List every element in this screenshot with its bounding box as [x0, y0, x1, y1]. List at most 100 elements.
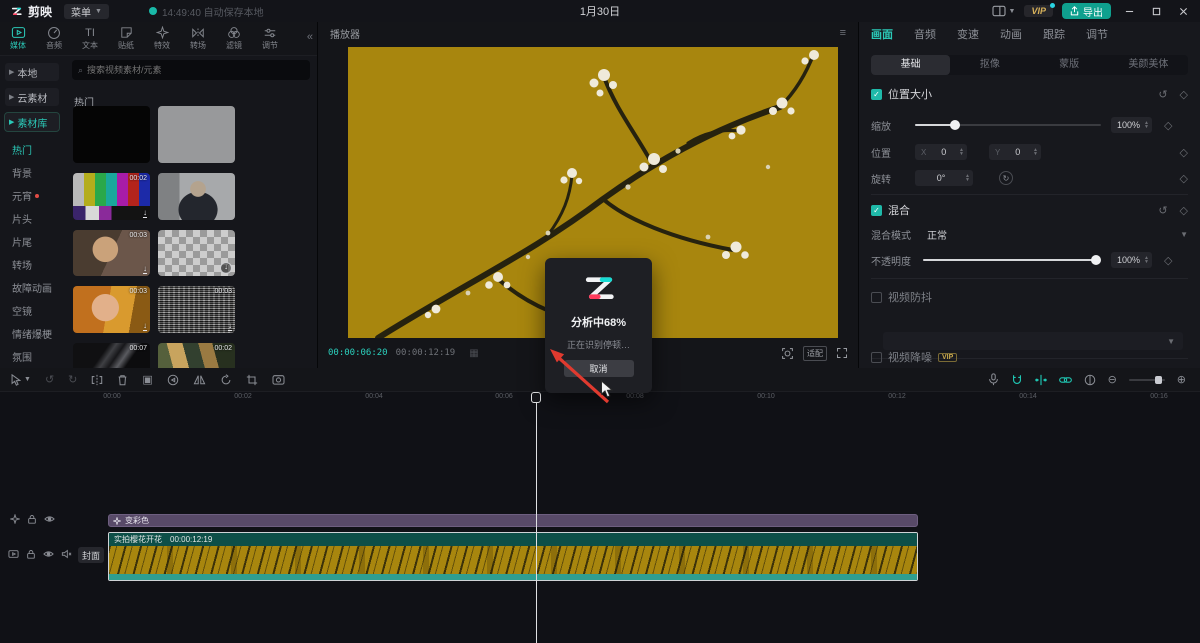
auto-snap-icon[interactable] [1035, 374, 1047, 386]
preview-axis-icon[interactable] [1084, 374, 1096, 386]
media-thumbnail-transparent[interactable]: ↓ [158, 230, 235, 276]
position-x-field[interactable]: X 0 ▲▼ [915, 144, 967, 160]
focus-preview-icon[interactable] [781, 347, 794, 360]
close-button[interactable] [1174, 2, 1192, 20]
blend-mode-row[interactable]: 混合模式 正常 ▼ [871, 225, 1188, 243]
media-thumbnail-laughing-man[interactable]: 00:03 ↓ [73, 230, 150, 276]
download-icon[interactable]: ↓ [220, 262, 232, 274]
opacity-value[interactable]: 100% ▲▼ [1111, 252, 1152, 268]
reset-icon[interactable]: ↺ [1158, 204, 1167, 217]
opacity-slider[interactable] [923, 259, 1101, 261]
lock-icon[interactable] [27, 514, 37, 524]
media-thumbnail-woman[interactable]: 00:03 ↓ [73, 286, 150, 333]
reverse-icon[interactable] [167, 374, 179, 386]
stepper-icon[interactable]: ▲▼ [1033, 148, 1038, 156]
undo-icon[interactable]: ↺ [45, 373, 54, 386]
rotate-90-button[interactable]: ↻ [999, 171, 1013, 185]
sidebar-category-outro[interactable]: 片尾 [0, 230, 64, 253]
minimize-button[interactable] [1120, 2, 1138, 20]
subtab-mask[interactable]: 蒙版 [1030, 55, 1109, 75]
cover-button[interactable]: 封面 [78, 547, 104, 563]
media-thumbnail-vintage[interactable]: 00:02 [158, 343, 235, 368]
sidebar-category-transition[interactable]: 转场 [0, 253, 64, 276]
download-icon[interactable]: ↓ [143, 209, 147, 218]
menu-button[interactable]: 菜单 ▼ [64, 4, 109, 19]
toolbar-item-effects[interactable]: 特效 [144, 26, 180, 51]
stepper-icon[interactable]: ▲▼ [1144, 121, 1149, 129]
position-size-checkbox[interactable]: ✓ [871, 89, 882, 100]
sidebar-category-intro[interactable]: 片头 [0, 207, 64, 230]
tab-speed[interactable]: 变速 [957, 26, 979, 42]
maximize-button[interactable] [1147, 2, 1165, 20]
keyframe-diamond-icon[interactable]: ◇ [1180, 146, 1188, 159]
sidebar-category-background[interactable]: 背景 [0, 161, 64, 184]
stabilize-checkbox[interactable]: ✓ [871, 292, 882, 303]
mirror-icon[interactable] [193, 374, 206, 385]
scale-value[interactable]: 100% ▲▼ [1111, 117, 1152, 133]
preview-quality-icon[interactable]: ▦ [469, 348, 478, 359]
sidebar-group-cloud[interactable]: ▶ 云素材 [5, 88, 59, 106]
scale-slider[interactable] [915, 124, 1101, 126]
sidebar-group-local[interactable]: ▶ 本地 [5, 63, 59, 81]
sidebar-category-glitch[interactable]: 故障动画 [0, 276, 64, 299]
redo-icon[interactable]: ↻ [68, 373, 77, 386]
sidebar-category-hot[interactable]: 热门 [0, 138, 64, 161]
keyframe-diamond-icon[interactable]: ◇ [1180, 88, 1188, 101]
vip-badge[interactable]: VIP [1024, 5, 1053, 17]
timeline-zoom-out-icon[interactable]: ⊖ [1108, 373, 1117, 386]
linkage-icon[interactable] [1059, 375, 1072, 385]
eye-icon[interactable] [44, 514, 55, 524]
tab-adjust[interactable]: 调节 [1086, 26, 1108, 42]
video-clip[interactable]: 实拍樱花开花 00:00:12:19 [108, 532, 918, 581]
lock-icon[interactable] [26, 549, 36, 559]
select-tool-button[interactable]: ▼ [10, 374, 31, 386]
snapshot-icon[interactable] [272, 374, 285, 385]
keyframe-diamond-icon[interactable]: ◇ [1180, 204, 1188, 217]
rotate-field[interactable]: 0° ▲▼ [915, 170, 973, 186]
keyframe-diamond-icon[interactable]: ◇ [1164, 254, 1172, 267]
tab-animation[interactable]: 动画 [1000, 26, 1022, 42]
tab-video[interactable]: 画面 [871, 26, 893, 42]
sidebar-category-ambience[interactable]: 氛围 [0, 345, 64, 368]
export-button[interactable]: 导出 [1062, 3, 1111, 19]
playhead-line[interactable] [536, 392, 537, 643]
fit-ratio-button[interactable]: 适配 [803, 346, 827, 361]
sidebar-category-lantern[interactable]: 元宵 [0, 184, 64, 207]
tab-audio[interactable]: 音频 [914, 26, 936, 42]
blend-checkbox[interactable]: ✓ [871, 205, 882, 216]
download-icon[interactable]: ↓ [143, 265, 147, 274]
toolbar-item-text[interactable]: TI 文本 [72, 26, 108, 51]
tab-tracking[interactable]: 跟踪 [1043, 26, 1065, 42]
sidebar-group-library[interactable]: ▶ 素材库 [5, 113, 59, 131]
toolbar-item-transition[interactable]: 转场 [180, 26, 216, 51]
freeze-frame-icon[interactable]: ▣ [142, 373, 152, 386]
media-thumbnail-black[interactable] [73, 106, 150, 163]
toolbar-item-media[interactable]: 媒体 [0, 26, 36, 51]
toolbar-item-filter[interactable]: 滤镜 [216, 26, 252, 51]
crop-icon[interactable] [246, 374, 258, 386]
keyframe-diamond-icon[interactable]: ◇ [1164, 119, 1172, 132]
fullscreen-icon[interactable] [836, 347, 848, 359]
timeline-zoom-slider[interactable] [1129, 379, 1165, 381]
toolbar-item-adjust[interactable]: 调节 [252, 26, 288, 51]
denoise-checkbox[interactable]: ✓ [871, 352, 882, 363]
subtab-beauty[interactable]: 美颜美体 [1109, 55, 1188, 75]
download-icon[interactable]: ↓ [143, 322, 147, 331]
search-box[interactable]: ⌕ [72, 60, 310, 80]
layout-switch-button[interactable]: ▼ [992, 5, 1016, 17]
media-thumbnail-machine[interactable]: 00:07 [73, 343, 150, 368]
stepper-icon[interactable]: ▲▼ [1144, 256, 1149, 264]
timeline-zoom-in-icon[interactable]: ⊕ [1177, 373, 1186, 386]
toolbar-item-audio[interactable]: 音频 [36, 26, 72, 51]
main-track-magnet-icon[interactable] [1011, 374, 1023, 386]
split-icon[interactable] [91, 374, 103, 386]
sidebar-category-meme[interactable]: 情绪爆梗 [0, 322, 64, 345]
toolbar-item-sticker[interactable]: 贴纸 [108, 26, 144, 51]
download-icon[interactable]: ↓ [228, 322, 232, 331]
player-menu-icon[interactable]: ≡ [840, 27, 846, 39]
search-input[interactable] [87, 65, 287, 75]
record-voice-icon[interactable] [988, 373, 999, 386]
eye-icon[interactable] [43, 549, 54, 559]
subtab-cutout[interactable]: 抠像 [950, 55, 1029, 75]
media-thumbnail-static[interactable]: 00:03 ↓ [158, 286, 235, 333]
